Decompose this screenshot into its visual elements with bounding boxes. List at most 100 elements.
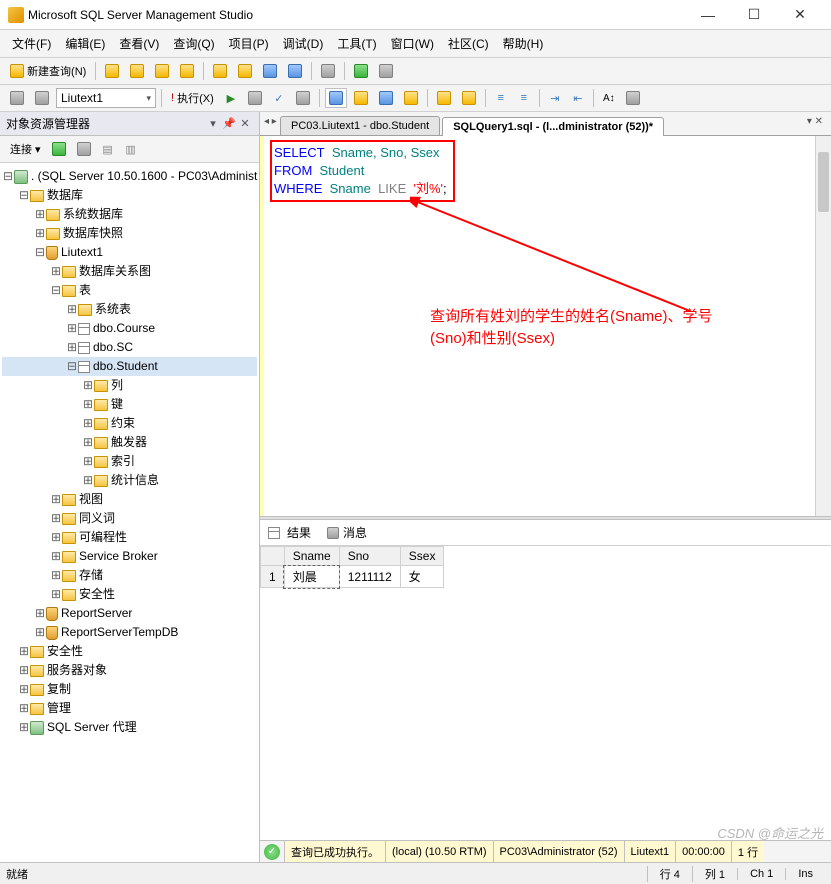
close-button[interactable]: ✕ — [777, 6, 823, 23]
menu-community[interactable]: 社区(C) — [444, 33, 493, 54]
replication-node[interactable]: 复制 — [47, 682, 71, 696]
maximize-button[interactable]: ☐ — [731, 6, 777, 23]
views-node[interactable]: 视图 — [79, 492, 103, 506]
menu-debug[interactable]: 调试(D) — [279, 33, 328, 54]
menu-edit[interactable]: 编辑(E) — [61, 33, 109, 54]
tree-toggle[interactable]: ⊞ — [50, 548, 62, 566]
tree-toggle[interactable]: ⊞ — [50, 567, 62, 585]
tree-toggle[interactable]: ⊟ — [18, 187, 30, 205]
execute-button[interactable]: ! 执行(X) — [167, 88, 218, 108]
tb2-btn-12[interactable] — [433, 88, 455, 108]
tree-toggle[interactable]: ⊞ — [82, 377, 94, 395]
tb-btn-1[interactable] — [101, 61, 123, 81]
minimize-button[interactable]: — — [685, 7, 731, 23]
dropdown-icon[interactable]: ▾ — [205, 117, 221, 130]
menu-window[interactable]: 窗口(W) — [387, 33, 438, 54]
tab-student[interactable]: PC03.Liutext1 - dbo.Student — [280, 116, 440, 135]
tb2-btn-10[interactable] — [375, 88, 397, 108]
agent-node[interactable]: SQL Server 代理 — [47, 720, 137, 734]
tb2-btn-9[interactable] — [350, 88, 372, 108]
sql-editor[interactable]: SELECT Sname, Sno, Ssex FROM Student WHE… — [260, 136, 831, 516]
reportserver-node[interactable]: ReportServer — [61, 606, 132, 620]
connect-button[interactable]: 连接 ▾ — [6, 139, 45, 159]
servicebroker-node[interactable]: Service Broker — [79, 549, 158, 563]
tb-btn-4[interactable] — [176, 61, 198, 81]
oe-btn-1[interactable] — [48, 139, 70, 159]
row-number[interactable]: 1 — [261, 566, 285, 588]
results-tab[interactable]: 结果 — [268, 524, 311, 541]
liutext-node[interactable]: Liutext1 — [61, 245, 103, 259]
diagram-node[interactable]: 数据库关系图 — [79, 264, 151, 278]
tb2-btn-7[interactable] — [292, 88, 314, 108]
open-file-button[interactable] — [234, 61, 256, 81]
tree-toggle[interactable]: ⊞ — [82, 434, 94, 452]
scrollbar-thumb[interactable] — [818, 152, 829, 212]
cell-ssex[interactable]: 女 — [400, 566, 444, 588]
tb2-btn-18[interactable]: A↕ — [599, 88, 619, 108]
serverobjects-node[interactable]: 服务器对象 — [47, 663, 107, 677]
menu-view[interactable]: 查看(V) — [115, 33, 163, 54]
tree-toggle[interactable]: ⊞ — [66, 320, 78, 338]
tree-toggle[interactable]: ⊞ — [50, 529, 62, 547]
tree-toggle[interactable]: ⊞ — [34, 624, 46, 642]
sc-node[interactable]: dbo.SC — [93, 340, 133, 354]
save-button[interactable] — [259, 61, 281, 81]
tree-toggle[interactable]: ⊟ — [66, 358, 78, 376]
oe-btn-3[interactable]: ▤ — [98, 139, 118, 159]
col-sname[interactable]: Sname — [284, 547, 339, 566]
editor-scrollbar[interactable] — [815, 136, 831, 516]
cell-sname[interactable]: 刘晨 — [284, 566, 339, 588]
debug-button[interactable]: ▶ — [221, 88, 241, 108]
parse-button[interactable]: ✓ — [269, 88, 289, 108]
new-query-button[interactable]: 新建查询(N) — [6, 61, 90, 81]
messages-tab[interactable]: 消息 — [327, 524, 367, 541]
close-panel-icon[interactable]: ✕ — [237, 117, 253, 130]
menu-tools[interactable]: 工具(T) — [333, 33, 380, 54]
snapshot-node[interactable]: 数据库快照 — [63, 226, 123, 240]
constraints-node[interactable]: 约束 — [111, 416, 135, 430]
course-node[interactable]: dbo.Course — [93, 321, 155, 335]
columns-node[interactable]: 列 — [111, 378, 123, 392]
uncomment-button[interactable]: ≡ — [514, 88, 534, 108]
col-sno[interactable]: Sno — [339, 547, 400, 566]
tree-toggle[interactable]: ⊞ — [66, 339, 78, 357]
tree-toggle[interactable]: ⊞ — [18, 643, 30, 661]
security-node[interactable]: 安全性 — [47, 644, 83, 658]
table-row[interactable]: 1 刘晨 1211112 女 — [261, 566, 444, 588]
save-all-button[interactable] — [284, 61, 306, 81]
tree-toggle[interactable]: ⊞ — [50, 263, 62, 281]
tree-toggle[interactable]: ⊟ — [2, 168, 14, 186]
tb2-btn-8[interactable] — [325, 88, 347, 108]
oe-btn-2[interactable] — [73, 139, 95, 159]
systables-node[interactable]: 系统表 — [95, 302, 131, 316]
indent-button[interactable]: ⇥ — [545, 88, 565, 108]
menu-help[interactable]: 帮助(H) — [499, 33, 548, 54]
tree-toggle[interactable]: ⊞ — [82, 472, 94, 490]
tree-toggle[interactable]: ⊞ — [34, 605, 46, 623]
tb-btn-2[interactable] — [126, 61, 148, 81]
tb2-btn-11[interactable] — [400, 88, 422, 108]
tree-toggle[interactable]: ⊞ — [66, 301, 78, 319]
tree-toggle[interactable]: ⊞ — [50, 510, 62, 528]
cell-sno[interactable]: 1211112 — [339, 566, 400, 588]
tb-btn-3[interactable] — [151, 61, 173, 81]
stop-button[interactable] — [244, 88, 266, 108]
results-grid[interactable]: Sname Sno Ssex 1 刘晨 1211112 女 — [260, 546, 831, 840]
synonyms-node[interactable]: 同义词 — [79, 511, 115, 525]
tree-toggle[interactable]: ⊟ — [34, 244, 46, 262]
tb-btn-11[interactable] — [375, 61, 397, 81]
tree-toggle[interactable]: ⊟ — [50, 282, 62, 300]
tree-toggle[interactable]: ⊞ — [18, 719, 30, 737]
tree-toggle[interactable]: ⊞ — [18, 662, 30, 680]
databases-node[interactable]: 数据库 — [47, 188, 83, 202]
programmability-node[interactable]: 可编程性 — [79, 530, 127, 544]
outdent-button[interactable]: ⇤ — [568, 88, 588, 108]
tb2-btn-2[interactable] — [31, 88, 53, 108]
tree-toggle[interactable]: ⊞ — [82, 453, 94, 471]
database-combo[interactable]: Liutext1▾ — [56, 88, 156, 108]
menu-file[interactable]: 文件(F) — [8, 33, 55, 54]
oe-btn-4[interactable]: ▥ — [121, 139, 141, 159]
storage-node[interactable]: 存储 — [79, 568, 103, 582]
tab-nav-icon[interactable]: ◂ ▸ — [264, 116, 277, 127]
tree-toggle[interactable]: ⊞ — [34, 225, 46, 243]
